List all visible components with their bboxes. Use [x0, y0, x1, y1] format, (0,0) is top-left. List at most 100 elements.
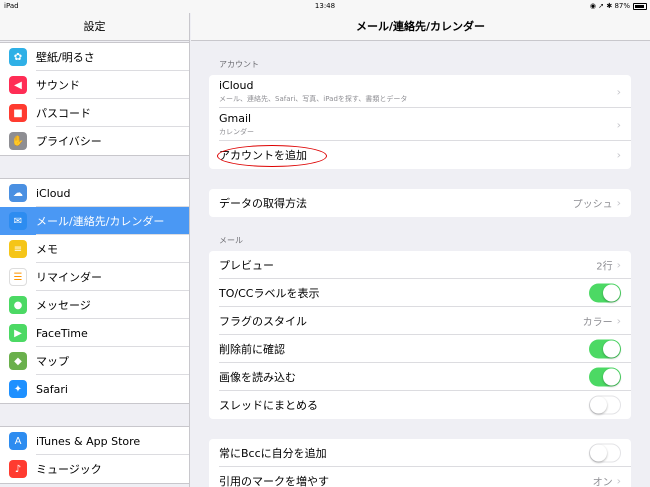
- row-value: オン: [592, 477, 613, 487]
- music-icon: ♪: [9, 460, 27, 478]
- sidebar-item[interactable]: ✿ 壁紙/明るさ: [0, 43, 189, 71]
- chevron-right-icon: ›: [616, 314, 621, 328]
- sidebar-title: 設定: [0, 13, 189, 41]
- sidebar-item-label: 壁紙/明るさ: [36, 51, 95, 64]
- toggle-knob: [590, 444, 607, 462]
- facetime-icon: ▶: [9, 324, 27, 342]
- sidebar-item[interactable]: ☁ iCloud: [0, 179, 189, 207]
- account-title: Gmail: [219, 112, 252, 125]
- compose-settings-group: 常にBccに自分を追加 引用のマークを増やす オン ›: [209, 439, 631, 487]
- cloud-icon: ☁: [9, 184, 27, 202]
- sidebar-item[interactable]: AiTunes & App Store: [0, 427, 189, 455]
- account-icloud[interactable]: iCloud メール、連絡先、Safari、写真、iPadを探す、書類とデータ …: [209, 75, 631, 108]
- account-gmail[interactable]: Gmail カレンダー ›: [209, 108, 631, 141]
- chevron-right-icon: ›: [616, 148, 621, 162]
- mail-section-label: メール: [219, 236, 243, 245]
- row-title: スレッドにまとめる: [219, 399, 318, 412]
- settings-row[interactable]: スレッドにまとめる: [209, 391, 631, 419]
- fetch-new-data-row[interactable]: データの取得方法 プッシュ ›: [209, 189, 631, 217]
- row-value: カラー: [582, 317, 613, 329]
- mail-icon: ✉: [9, 212, 27, 230]
- settings-row[interactable]: 常にBccに自分を追加: [209, 439, 631, 467]
- settings-sidebar: 設定 ✿ 壁紙/明るさ ◀ サウンド ■ パスコード ✋ プライバシー ☁ iCloud ✉ メール/…: [0, 13, 190, 487]
- account-subtitle: メール、連絡先、Safari、写真、iPadを探す、書類とデータ: [219, 95, 408, 103]
- messages-icon: ●: [9, 296, 27, 314]
- battery-percent: 87%: [614, 2, 630, 10]
- fetch-group: データの取得方法 プッシュ ›: [209, 189, 631, 217]
- toggle-switch[interactable]: [589, 367, 621, 387]
- sidebar-item-label: パスコード: [36, 107, 91, 120]
- sidebar-item-label: iCloud: [36, 186, 71, 200]
- toggle-switch[interactable]: [589, 443, 621, 463]
- accounts-section-label: アカウント: [219, 60, 259, 69]
- mail-settings-group: プレビュー 2行 › TO/CCラベルを表示フラグのスタイル カラー › 削除前に確認 画像を…: [209, 251, 631, 419]
- sidebar-item[interactable]: ✉ メール/連絡先/カレンダー: [0, 207, 189, 235]
- sidebar-item-label: サウンド: [36, 79, 80, 92]
- row-title: 引用のマークを増やす: [219, 475, 329, 487]
- sidebar-item[interactable]: ≡ メモ: [0, 235, 189, 263]
- red-circle-annotation: [217, 145, 327, 167]
- chevron-right-icon: ›: [616, 118, 621, 131]
- sidebar-item-label: メモ: [36, 243, 58, 256]
- settings-row[interactable]: フラグのスタイル カラー ›: [209, 307, 631, 335]
- sidebar-item[interactable]: ◆ マップ: [0, 347, 189, 375]
- page-title: メール/連絡先/カレンダー: [191, 13, 650, 41]
- maps-icon: ◆: [9, 352, 27, 370]
- settings-row[interactable]: プレビュー 2行 ›: [209, 251, 631, 279]
- chevron-right-icon: ›: [616, 258, 621, 272]
- row-title: TO/CCラベルを表示: [219, 287, 320, 300]
- chevron-right-icon: ›: [616, 474, 621, 487]
- fetch-value: プッシュ: [572, 199, 613, 211]
- toggle-switch[interactable]: [589, 283, 621, 303]
- sidebar-item[interactable]: ● メッセージ: [0, 291, 189, 319]
- chevron-right-icon: ›: [616, 85, 621, 98]
- sidebar-item-label: マップ: [36, 355, 69, 368]
- sidebar-item[interactable]: ☰ リマインダー: [0, 263, 189, 291]
- status-bar: iPad 13:48 ◉ ➚ ✱ 87%: [0, 0, 650, 13]
- hand-icon: ✋: [9, 132, 27, 150]
- sidebar-item-label: プライバシー: [36, 135, 102, 148]
- sidebar-item-label: Safari: [36, 382, 68, 396]
- sidebar-item[interactable]: ■ パスコード: [0, 99, 189, 127]
- notes-icon: ≡: [9, 240, 27, 258]
- toggle-knob: [603, 368, 620, 386]
- sidebar-item[interactable]: ♪ ミュージック: [0, 455, 189, 483]
- sidebar-item-label: ミュージック: [36, 463, 102, 476]
- sidebar-item-label: メッセージ: [36, 299, 91, 312]
- settings-row[interactable]: 画像を読み込む: [209, 363, 631, 391]
- row-title: 画像を読み込む: [219, 371, 296, 384]
- reminders-icon: ☰: [9, 268, 27, 286]
- add-account-button[interactable]: アカウントを追加 ›: [209, 141, 631, 169]
- settings-row[interactable]: TO/CCラベルを表示: [209, 279, 631, 307]
- safari-icon: ✦: [9, 380, 27, 398]
- sidebar-item-label: iTunes & App Store: [36, 434, 141, 448]
- sidebar-item[interactable]: ✋ プライバシー: [0, 127, 189, 155]
- row-title: 常にBccに自分を追加: [219, 447, 327, 460]
- settings-row[interactable]: 削除前に確認: [209, 335, 631, 363]
- sidebar-item-label: メール/連絡先/カレンダー: [36, 215, 165, 228]
- sidebar-group: AiTunes & App Store ♪ ミュージック: [0, 426, 189, 484]
- row-title: 削除前に確認: [219, 343, 285, 356]
- account-subtitle: カレンダー: [219, 128, 254, 136]
- lock-icon: ■: [9, 104, 27, 122]
- toggle-switch[interactable]: [589, 395, 621, 415]
- toggle-switch[interactable]: [589, 339, 621, 359]
- sidebar-item-label: リマインダー: [36, 271, 102, 284]
- clock: 13:48: [314, 2, 336, 10]
- status-icons: ◉ ➚ ✱: [589, 2, 613, 10]
- row-value: 2行: [596, 261, 613, 273]
- sidebar-item[interactable]: ▶ FaceTime: [0, 319, 189, 347]
- accounts-group: iCloud メール、連絡先、Safari、写真、iPadを探す、書類とデータ …: [209, 75, 631, 169]
- sidebar-item-label: FaceTime: [36, 326, 88, 340]
- battery-icon: [633, 3, 647, 10]
- app-store-icon: A: [9, 432, 27, 450]
- wallpaper-icon: ✿: [9, 48, 27, 66]
- fetch-label: データの取得方法: [219, 197, 307, 210]
- sidebar-item[interactable]: ✦ Safari: [0, 375, 189, 403]
- settings-row[interactable]: 引用のマークを増やす オン ›: [209, 467, 631, 487]
- sidebar-group: ✿ 壁紙/明るさ ◀ サウンド ■ パスコード ✋ プライバシー: [0, 42, 189, 156]
- chevron-right-icon: ›: [616, 196, 621, 210]
- speaker-icon: ◀: [9, 76, 27, 94]
- sidebar-item[interactable]: ◀ サウンド: [0, 71, 189, 99]
- toggle-knob: [603, 284, 620, 302]
